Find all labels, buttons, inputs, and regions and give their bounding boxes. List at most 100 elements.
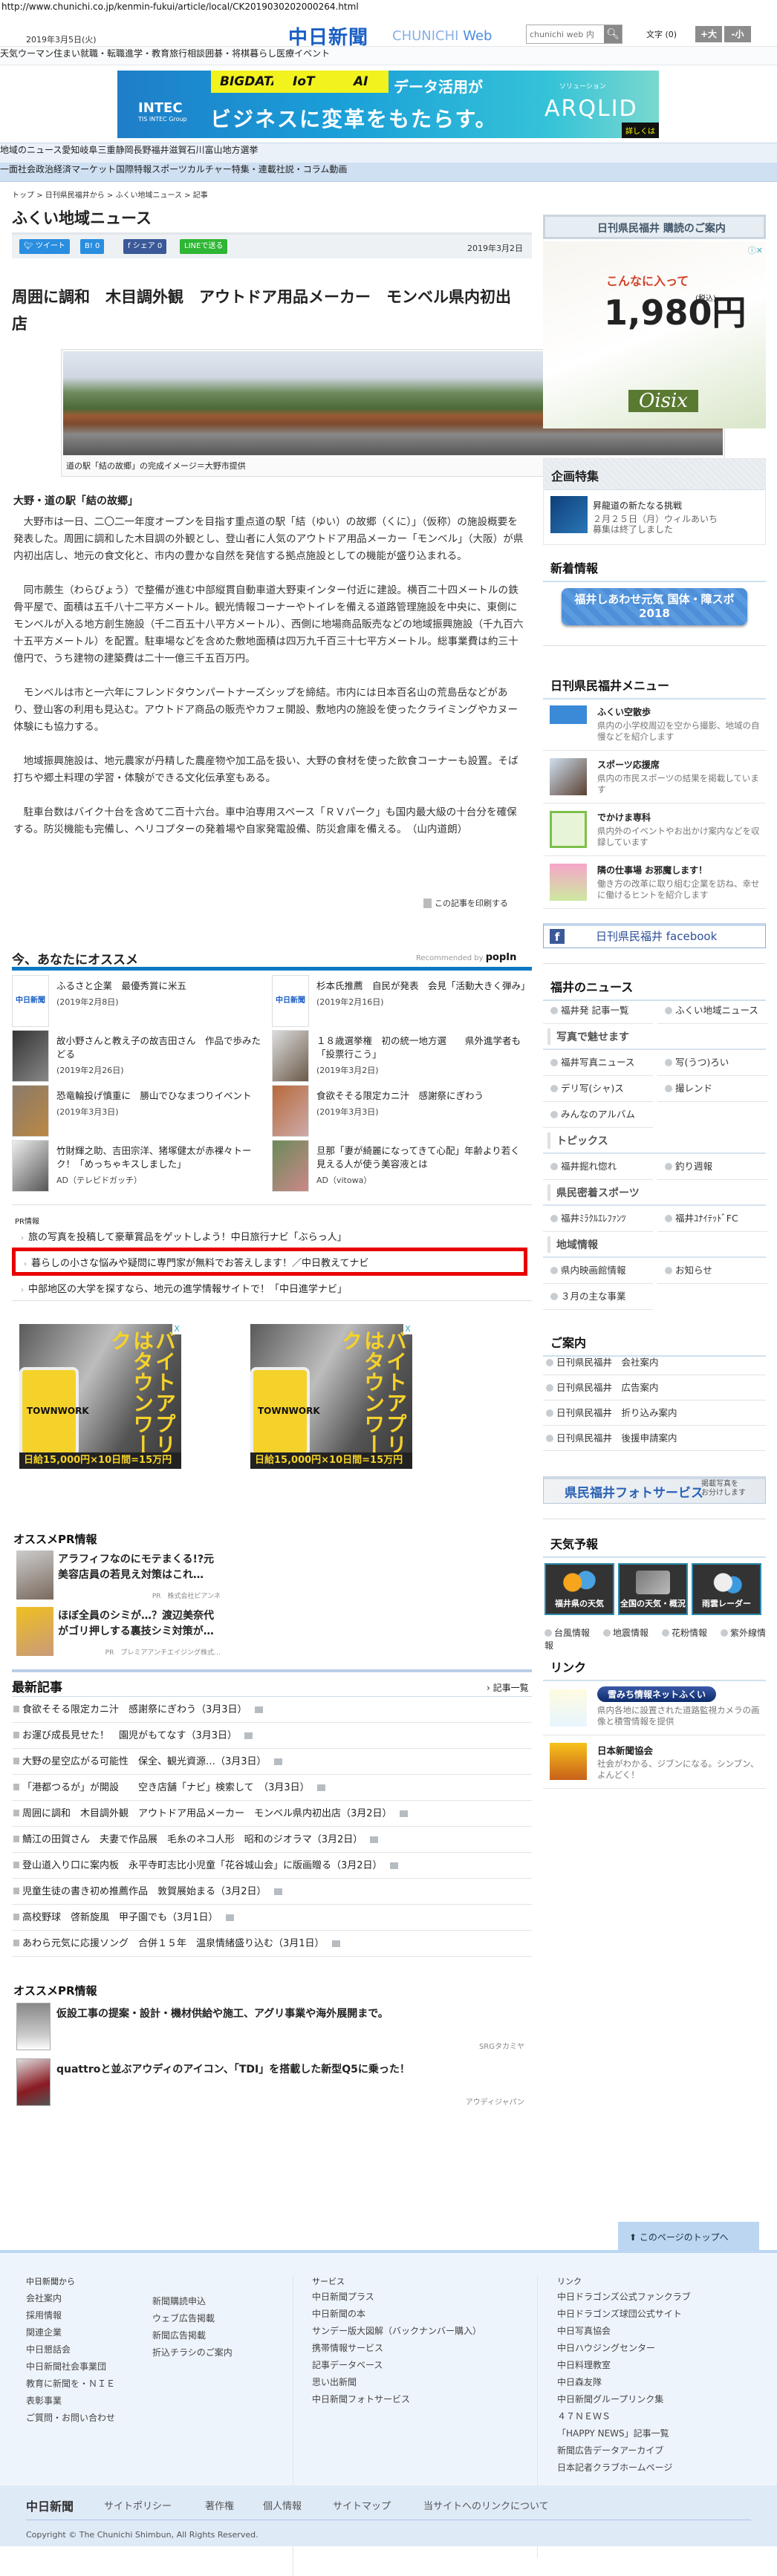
back-to-top-button[interactable]: ⬆︎ このページのトップへ xyxy=(618,2222,759,2251)
category-nav-item[interactable]: スポーツ xyxy=(152,164,187,175)
top-nav-item[interactable]: 相談 xyxy=(187,48,205,59)
recommend-item[interactable]: 故小野さんと教え子の故吉田さん 作品で歩みたどる (2019年2月26日) xyxy=(12,1030,272,1082)
footer-link[interactable]: 携帯情報サービス xyxy=(312,2341,383,2354)
footer-link[interactable]: 中日新聞グループリンク集 xyxy=(557,2393,663,2405)
footer-bottom-link[interactable]: 当サイトへのリンクについて xyxy=(423,2498,549,2512)
category-nav-item[interactable]: 社説・コラム xyxy=(276,164,330,175)
annai-link[interactable]: 日刊県民福井 後援申請案内 xyxy=(543,1426,766,1451)
top-nav-item[interactable]: 医療 xyxy=(276,48,294,59)
photo-service-banner[interactable]: 県民福井フォトサービス 掲載写真を お分けします xyxy=(543,1476,766,1504)
hatena-button[interactable]: B! 0 xyxy=(80,239,105,254)
category-nav-item[interactable]: マーケット xyxy=(71,164,116,175)
news-link[interactable]: 撮レンド xyxy=(657,1076,767,1102)
region-nav-item[interactable]: 福井 xyxy=(151,145,169,155)
news-link[interactable]: デリ写(シャ)ス xyxy=(543,1076,653,1102)
footer-bottom-link[interactable]: サイトポリシー xyxy=(104,2498,172,2512)
recommend-item[interactable]: 恐竜輪投げ慎重に 勝山でひなまつりイベント (2019年3月3日) xyxy=(12,1085,272,1137)
region-nav-item[interactable]: 富山 xyxy=(205,145,223,155)
top-nav-item[interactable]: ウーマン xyxy=(18,48,53,59)
latest-item[interactable]: 高校野球 啓新旋風 甲子園でも（3月1日） xyxy=(12,1905,532,1931)
latest-item[interactable]: 大野の星空広がる可能性 保全、観光資源…（3月3日） xyxy=(12,1749,532,1775)
weather-fukui-tile[interactable]: 福井県の天気 xyxy=(544,1563,614,1615)
sidebar-menu-item[interactable]: でかけま専科 県内外のイベントやお出かけ案内などを収録しています xyxy=(543,803,766,856)
banner-ad[interactable]: INTEC TIS INTEC Group BIGDATA IoT AI データ活… xyxy=(117,71,659,138)
pr-info-link[interactable]: 中部地区の大学を探すなら、地元の進学情報サイトで！「中日進学ナビ」 xyxy=(21,1281,347,1295)
region-nav-item[interactable]: 長野 xyxy=(133,145,151,155)
footer-link[interactable]: 中日新聞社会事業団 xyxy=(26,2360,106,2373)
pr-info-link[interactable]: 暮らしの小さな悩みや疑問に専門家が無料でお答えします！／中日教えてナビ xyxy=(24,1255,368,1269)
weather-national-tile[interactable]: 全国の天気・概況 xyxy=(618,1563,688,1615)
weather-link[interactable]: 台風情報 xyxy=(544,1628,597,1638)
footer-link[interactable]: 中日ドラゴンズ球団公式サイト xyxy=(557,2307,682,2320)
category-nav-item[interactable]: 国際 xyxy=(116,164,134,175)
all-articles-link[interactable]: › 記事一覧 xyxy=(487,1681,529,1694)
footer-link[interactable]: 新聞広告データアーカイブ xyxy=(557,2444,663,2456)
region-nav-item[interactable]: 滋賀 xyxy=(169,145,187,155)
footer-link[interactable]: 日本記者クラブホームページ xyxy=(557,2461,672,2474)
region-nav-item[interactable]: 地方選挙 xyxy=(223,145,259,155)
recommend-item[interactable]: 中日新聞 ふるさと企業 最優秀賞に米五 (2019年2月8日) xyxy=(12,975,272,1027)
footer-logo[interactable]: 中日新聞 xyxy=(26,2497,74,2514)
footer-link[interactable]: 中日料理教室 xyxy=(557,2358,611,2371)
top-nav-item[interactable]: 暮らし xyxy=(250,48,276,59)
region-nav-item[interactable]: 三重 xyxy=(97,145,115,155)
townwork-ad[interactable]: TOWNWORK バイトアプリはタウンワーク 日給15,000円×10日間=15… xyxy=(250,1324,412,1469)
footer-link[interactable]: 記事データベース xyxy=(312,2358,383,2371)
latest-item[interactable]: お運び成長見せた！ 園児がもてなす（3月3日） xyxy=(12,1723,532,1749)
news-link[interactable]: ふくい地域ニュース xyxy=(657,998,767,1024)
top-nav-item[interactable]: 旅行 xyxy=(169,48,187,59)
breadcrumb[interactable]: トップ > 日刊県民福井から > ふくい地域ニュース > 記事 xyxy=(12,189,208,200)
region-nav-item[interactable]: 岐阜 xyxy=(79,145,97,155)
latest-item[interactable]: あわら元気に応援ソング 合併１５年 温泉情緒盛り込む（3月1日） xyxy=(12,1931,532,1957)
footer-link[interactable]: 中日ドラゴンズ公式ファンクラブ xyxy=(557,2290,691,2303)
footer-link[interactable]: 折込チラシのご案内 xyxy=(152,2346,233,2358)
weather-link[interactable]: 地震情報 xyxy=(603,1628,656,1638)
facebook-link[interactable]: f 日刊県民福井 facebook xyxy=(543,923,766,948)
footer-link[interactable]: ウェブ広告掲載 xyxy=(152,2312,215,2324)
top-nav-item[interactable]: 囲碁・将棋 xyxy=(205,48,250,59)
footer-bottom-link[interactable]: 個人情報 xyxy=(263,2498,302,2512)
kikaku-link[interactable]: 昇龍道の新たなる挑戦 xyxy=(593,499,682,512)
top-nav-item[interactable]: 住まい xyxy=(53,48,80,59)
pr-recommend-item[interactable]: 仮設工事の提案・設計・機材供給や施工、アグリ事業や海外展開まで。 SRGタカミヤ xyxy=(16,2003,529,2052)
latest-item[interactable]: 食欲そそる限定カニ汁 感謝祭にぎわう（3月3日） xyxy=(12,1697,532,1723)
search-icon[interactable]: 🔍︎ xyxy=(604,25,622,43)
news-link[interactable]: 県内映画館情報 xyxy=(543,1258,653,1284)
footer-link[interactable]: 思い出新聞 xyxy=(312,2376,357,2388)
footer-link[interactable]: 中日ハウジングセンター xyxy=(557,2341,655,2354)
close-icon[interactable]: X xyxy=(172,1324,181,1334)
footer-link[interactable]: 中日新聞の本 xyxy=(312,2307,365,2320)
footer-link[interactable]: 中日新聞フォトサービス xyxy=(312,2393,410,2405)
sidebar-menu-item[interactable]: 隣の仕事場 お邪魔します！ 働き方の改革に取り組む企業を訪ね、幸せに働けるヒントを… xyxy=(543,856,766,909)
region-nav-item[interactable]: 愛知 xyxy=(62,145,79,155)
news-link[interactable]: ３月の主な事業 xyxy=(543,1284,653,1310)
pr-recommend-item[interactable]: quattroと並ぶアウディのアイコン、「TDI」を搭載した新型Q5に乗った！ ア… xyxy=(16,2058,529,2107)
footer-link[interactable]: 「HAPPY NEWS」記事一覧 xyxy=(557,2427,669,2439)
sidebar-menu-item[interactable]: スポーツ応援席 県内の市民スポーツの結果を掲載しています xyxy=(543,751,766,803)
news-link[interactable]: 福井ﾕﾅｲﾃｯﾄﾞFC xyxy=(657,1206,767,1232)
news-link[interactable]: 写(うつ)ろい xyxy=(657,1050,767,1076)
category-nav-item[interactable]: 特集・連載 xyxy=(232,164,276,175)
footer-link[interactable]: ご質問・お問い合わせ xyxy=(26,2411,115,2424)
footer-bottom-link[interactable]: 著作権 xyxy=(205,2498,234,2512)
news-link[interactable]: 釣り週報 xyxy=(657,1154,767,1180)
news-link[interactable]: お知らせ xyxy=(657,1258,767,1284)
font-larger-button[interactable]: +大 xyxy=(695,26,722,42)
footer-link[interactable]: サンデー版大図解（バックナンバー購入） xyxy=(312,2324,481,2337)
latest-item[interactable]: 周囲に調和 木目調外観 アウトドア用品メーカー モンベル県内初出店（3月2日） xyxy=(12,1801,532,1827)
annai-link[interactable]: 日刊県民福井 折り込み案内 xyxy=(543,1401,766,1426)
recommend-item[interactable]: 旦那「妻が綺麗になってきて心配」年齢より若く見える人が使う美容液とは AD（vit… xyxy=(272,1140,532,1192)
print-article-link[interactable]: この記事を印刷する xyxy=(423,897,508,909)
footer-link[interactable]: 中日懇話会 xyxy=(26,2343,71,2355)
ad-close-icon[interactable]: ⓘ✕ xyxy=(748,244,763,256)
ad-more-button[interactable]: 詳しくは xyxy=(622,123,659,138)
region-nav-item[interactable]: 静岡 xyxy=(115,145,133,155)
latest-item[interactable]: 鯖江の田賀さん 夫妻で作品展 毛糸のネコ人形 昭和のジオラマ（3月2日） xyxy=(12,1827,532,1853)
category-nav-item[interactable]: 特報 xyxy=(134,164,152,175)
townwork-ad[interactable]: TOWNWORK バイトアプリはタウンワーク 日給15,000円×10日間=15… xyxy=(19,1324,181,1469)
latest-item[interactable]: 登山道入り口に案内板 永平寺町志比小児童「花谷城山会」に版画贈る（3月2日） xyxy=(12,1853,532,1879)
latest-item[interactable]: 児童生徒の書き初め推薦作品 敦賀展始まる（3月2日） xyxy=(12,1879,532,1905)
news-link[interactable]: 福井発 記事一覧 xyxy=(543,998,653,1024)
close-icon[interactable]: X xyxy=(403,1324,412,1334)
category-nav-item[interactable]: 社会 xyxy=(18,164,36,175)
